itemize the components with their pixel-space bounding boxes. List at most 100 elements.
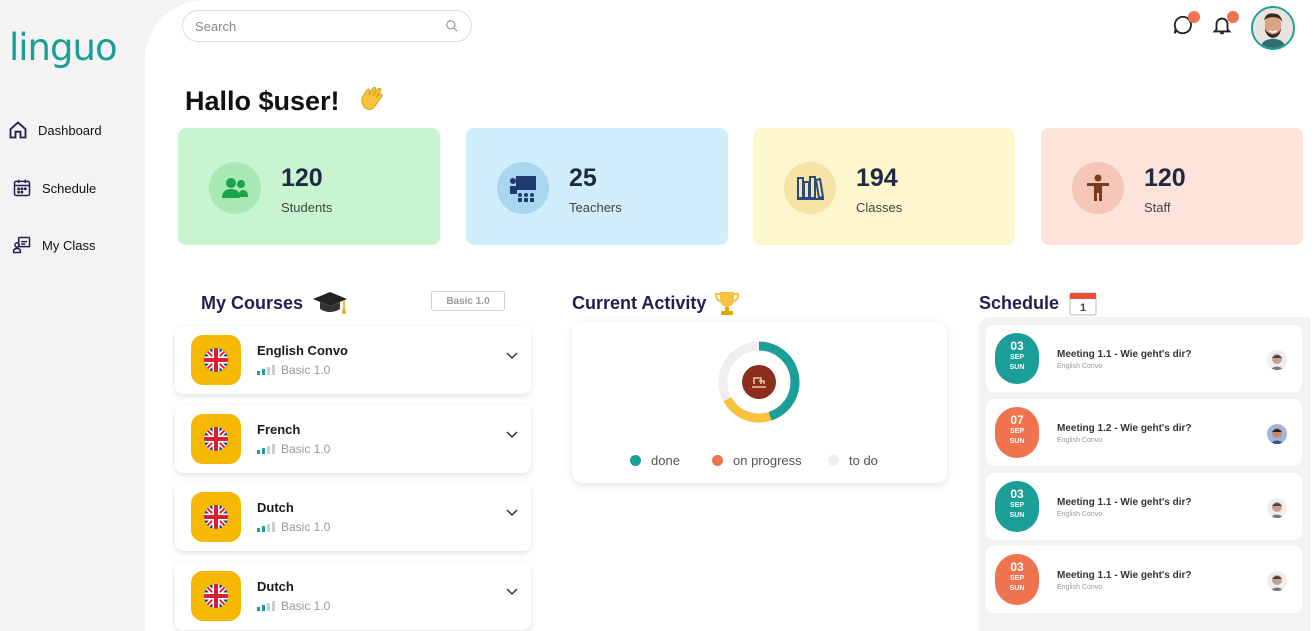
page-title: Hallo $user! [185,84,389,117]
app-logo[interactable]: linguo [9,26,118,69]
sidebar-item-label: Schedule [42,180,97,196]
sidebar-item-label: My Class [42,237,96,253]
sidebar-item-schedule[interactable]: Schedule [12,178,96,198]
course-level: Basic 1.0 [257,442,330,456]
chevron-down-icon[interactable] [505,348,519,362]
trophy-icon [715,292,740,315]
course-name: English Convo [257,343,348,358]
greeting-text: Hallo $user! [185,86,340,116]
course-card[interactable]: French Basic 1.0 [175,405,531,473]
schedule-course: English Convo [1057,584,1103,591]
stat-label: Staff [1144,200,1171,215]
date-weekday: SUN [1009,585,1025,592]
schedule-item[interactable]: 07 SEP SUN Meeting 1.2 - Wie geht's dir?… [986,399,1302,466]
stat-label: Classes [856,200,903,215]
avatar [1267,350,1287,370]
chevron-down-icon[interactable] [505,427,519,441]
date-month: SEP [1009,354,1024,361]
legend-label: to do [849,453,878,468]
staff-icon [1072,162,1124,214]
search-input[interactable] [195,18,445,34]
date-day: 07 [1010,413,1024,427]
legend-dot [712,455,723,466]
search-bar[interactable] [182,10,472,42]
course-level-text: Basic 1.0 [281,520,331,534]
schedule-date: 03 SEP SUN [995,481,1039,532]
home-icon [9,121,27,139]
course-name: Dutch [257,579,294,594]
avatar [1267,424,1287,444]
chat-button[interactable] [1172,11,1200,38]
schedule-course: English Convo [1057,363,1103,370]
schedule-title-text: Schedule [979,292,1060,313]
calendar-page-icon: 1 [1069,292,1097,316]
user-avatar[interactable] [1251,6,1295,50]
course-card[interactable]: Dutch Basic 1.0 [175,562,531,630]
section-title-schedule: Schedule 1 [979,289,1099,317]
schedule-date: 03 SEP SUN [995,333,1039,384]
stat-card-classes[interactable]: 194 Classes [753,128,1015,245]
books-icon [784,162,836,214]
legend-todo: to do [828,453,878,468]
legend-dot [630,455,641,466]
notification-dot [1227,11,1239,23]
uk-flag-icon [191,414,241,464]
sidebar-item-label: Dashboard [38,122,102,138]
svg-text:1: 1 [1080,302,1086,314]
uk-flag-icon [191,571,241,621]
activity-card: done on progress to do [572,322,947,483]
search-icon[interactable] [445,19,459,33]
avatar [1267,498,1287,518]
stat-value: 120 [1144,164,1186,192]
activity-title-text: Current Activity [572,292,707,313]
calendar-icon [13,179,31,197]
sidebar-item-dashboard[interactable]: Dashboard [8,120,102,140]
date-day: 03 [1010,339,1024,353]
course-name: French [257,422,301,437]
date-month: SEP [1009,428,1024,435]
legend-done: done [630,453,680,468]
course-level-text: Basic 1.0 [281,599,331,613]
courses-title-text: My Courses [201,292,304,313]
schedule-title: Meeting 1.1 - Wie geht's dir? [1057,497,1192,508]
course-level-text: Basic 1.0 [281,363,331,377]
stat-card-teachers[interactable]: 25 Teachers [466,128,728,245]
activity-center-icon [742,365,776,399]
stat-label: Students [281,200,333,215]
chevron-down-icon[interactable] [505,505,519,519]
sidebar-item-my-class[interactable]: My Class [12,235,95,255]
date-month: SEP [1009,575,1024,582]
course-level: Basic 1.0 [257,363,330,377]
course-card[interactable]: English Convo Basic 1.0 [175,326,531,394]
chevron-down-icon[interactable] [505,584,519,598]
activity-donut-chart [718,341,800,423]
course-card[interactable]: Dutch Basic 1.0 [175,483,531,551]
level-filter-button[interactable]: Basic 1.0 [431,291,505,311]
schedule-item[interactable]: 03 SEP SUN Meeting 1.1 - Wie geht's dir?… [986,546,1302,613]
signal-bars-icon [257,601,275,611]
section-title-activity: Current Activity [572,289,740,317]
signal-bars-icon [257,522,275,532]
stat-card-staff[interactable]: 120 Staff [1041,128,1303,245]
schedule-title: Meeting 1.1 - Wie geht's dir? [1057,349,1192,360]
legend-progress: on progress [712,453,802,468]
section-title-courses: My Courses [201,289,349,317]
date-day: 03 [1010,560,1024,574]
course-level: Basic 1.0 [257,599,330,613]
avatar [1267,571,1287,591]
legend-label: on progress [733,453,802,468]
schedule-item[interactable]: 03 SEP SUN Meeting 1.1 - Wie geht's dir?… [986,473,1302,540]
bell-button[interactable] [1211,11,1239,38]
uk-flag-icon [191,492,241,542]
students-icon [209,162,261,214]
stat-card-students[interactable]: 120 Students [178,128,440,245]
schedule-course: English Convo [1057,437,1103,444]
date-weekday: SUN [1009,438,1025,445]
schedule-title: Meeting 1.1 - Wie geht's dir? [1057,570,1192,581]
schedule-item[interactable]: 03 SEP SUN Meeting 1.1 - Wie geht's dir?… [986,325,1302,392]
legend-dot [828,455,839,466]
course-level: Basic 1.0 [257,520,330,534]
waving-hand-icon [357,86,389,116]
signal-bars-icon [257,444,275,454]
course-name: Dutch [257,500,294,515]
